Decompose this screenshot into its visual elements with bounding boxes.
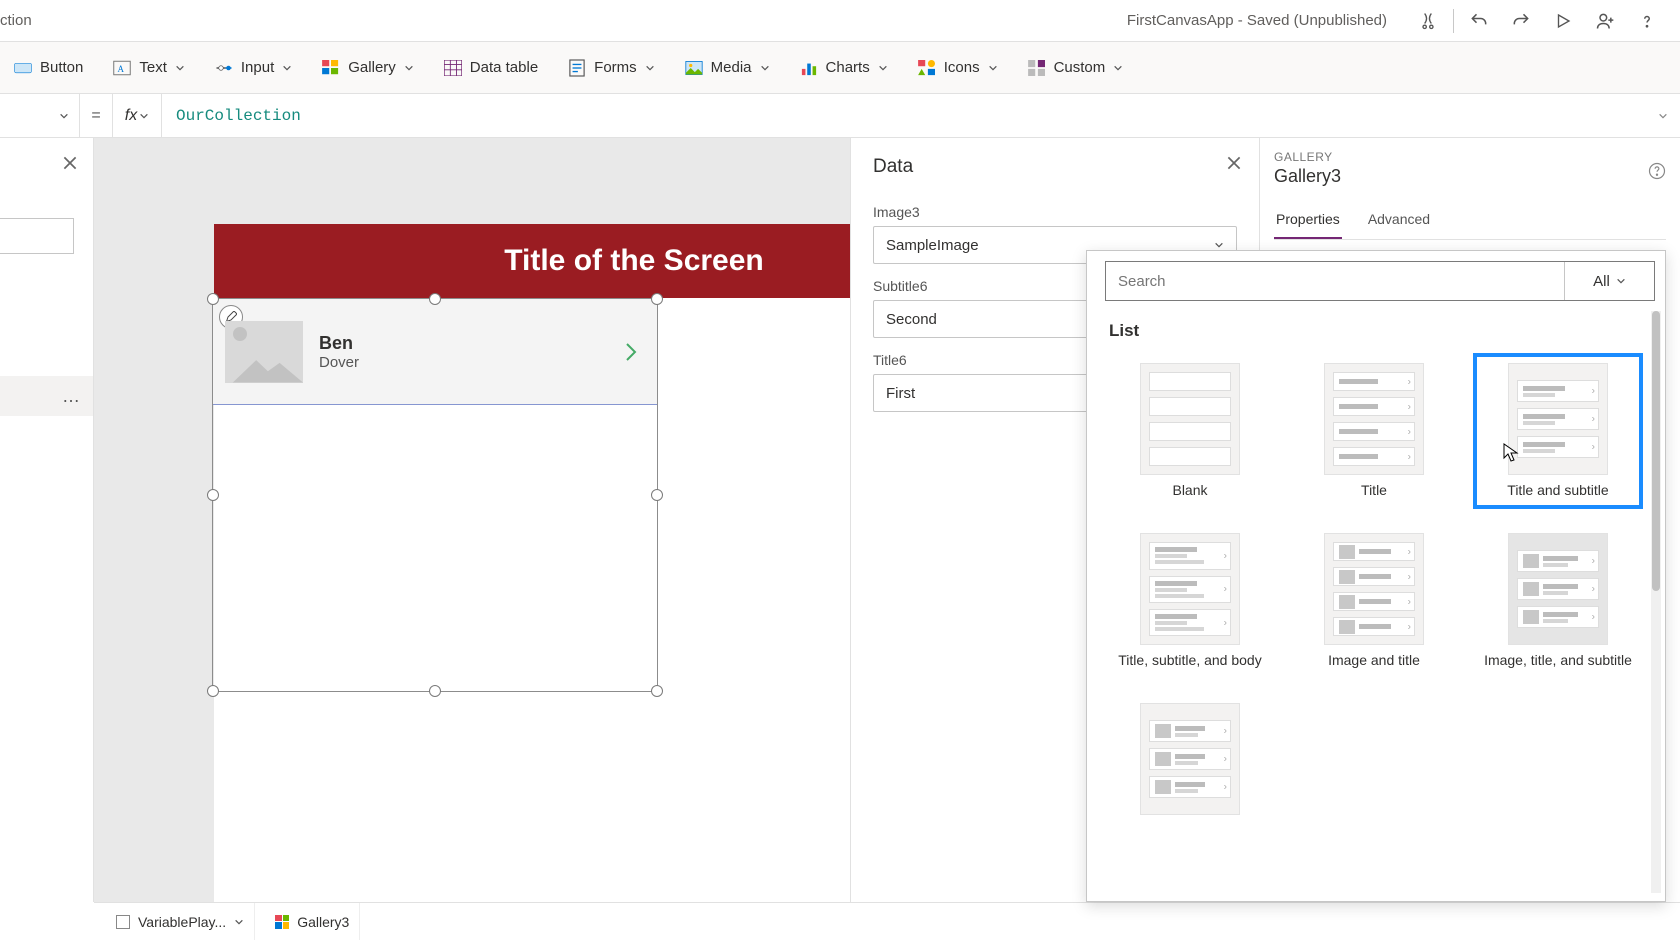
item-subtitle: Dover — [319, 354, 359, 371]
close-icon[interactable] — [61, 154, 79, 172]
item-title: Ben — [319, 333, 359, 354]
insert-icons[interactable]: Icons — [904, 53, 1012, 83]
ribbon-label: Icons — [944, 59, 980, 76]
insert-datatable[interactable]: Data table — [430, 53, 552, 83]
layout-filter-select[interactable]: All — [1564, 262, 1654, 300]
breadcrumb-fragment: ction — [0, 12, 32, 29]
search-input[interactable] — [0, 218, 74, 254]
ribbon-label: Input — [241, 59, 274, 76]
layout-option-image-title[interactable]: › › › › Image and title — [1289, 523, 1459, 679]
input-icon — [215, 59, 233, 77]
formula-input[interactable]: OurCollection — [162, 94, 1646, 138]
sample-image-icon — [225, 321, 303, 383]
breadcrumb-screen[interactable]: VariablePlay... — [106, 903, 255, 940]
layout-option-image-title-subtitle[interactable]: › › › Image, title, and subtitle — [1473, 523, 1643, 679]
gallery-selection[interactable]: Ben Dover — [212, 298, 658, 692]
scrollbar[interactable] — [1651, 311, 1661, 893]
layout-group-heading: List — [1109, 321, 1655, 341]
insert-media[interactable]: Media — [671, 53, 784, 83]
chevron-down-icon — [282, 63, 292, 73]
insert-custom[interactable]: Custom — [1014, 53, 1138, 83]
tree-view-panel: … — [0, 138, 94, 902]
formula-expand-icon[interactable] — [1646, 111, 1680, 121]
layout-option-extra[interactable]: › › › — [1105, 693, 1275, 825]
ribbon-label: Custom — [1054, 59, 1106, 76]
layout-option-title[interactable]: › › › › Title — [1289, 353, 1459, 509]
title-bar: ction FirstCanvasApp - Saved (Unpublishe… — [0, 0, 1680, 42]
chevron-down-icon — [1113, 63, 1123, 73]
formula-bar: = fx OurCollection — [0, 94, 1680, 138]
gallery-template-row[interactable]: Ben Dover — [213, 299, 657, 405]
tab-advanced[interactable]: Advanced — [1366, 205, 1432, 239]
ribbon-label: Charts — [826, 59, 870, 76]
layout-picker: All List Blank › › › › — [1086, 250, 1666, 902]
layout-option-title-subtitle-body[interactable]: › › › Title, subtitle, and body — [1105, 523, 1275, 679]
ribbon-label: Text — [139, 59, 167, 76]
insert-gallery[interactable]: Gallery — [308, 53, 428, 83]
layout-search-input[interactable] — [1106, 262, 1564, 300]
insert-charts[interactable]: Charts — [786, 53, 902, 83]
field-label: Image3 — [873, 204, 1237, 220]
play-icon[interactable] — [1542, 0, 1584, 42]
ribbon-label: Button — [40, 59, 83, 76]
help-icon[interactable] — [1648, 162, 1666, 180]
fx-button[interactable]: fx — [112, 94, 162, 138]
insert-forms[interactable]: Forms — [554, 53, 669, 83]
redo-icon[interactable] — [1500, 0, 1542, 42]
svg-text:A: A — [118, 63, 125, 73]
layout-option-blank[interactable]: Blank — [1105, 353, 1275, 509]
chevron-down-icon — [175, 63, 185, 73]
custom-icon — [1028, 59, 1046, 77]
app-title: FirstCanvasApp - Saved (Unpublished) — [1127, 12, 1387, 29]
forms-icon — [568, 59, 586, 77]
screen-icon — [116, 915, 130, 929]
layout-option-title-subtitle[interactable]: › › › Title and subtitle — [1473, 353, 1643, 509]
close-icon[interactable] — [1225, 154, 1243, 172]
undo-icon[interactable] — [1458, 0, 1500, 42]
pane-title: Data — [873, 156, 1237, 178]
insert-input[interactable]: Input — [201, 53, 306, 83]
chevron-down-icon — [878, 63, 888, 73]
datatable-icon — [444, 59, 462, 77]
ribbon-label: Forms — [594, 59, 637, 76]
chevron-down-icon — [645, 63, 655, 73]
canvas[interactable]: Title of the Screen Ben Dover — [94, 138, 850, 902]
properties-pane: GALLERY Gallery3 Properties Advanced Dat… — [1260, 138, 1680, 902]
ribbon-label: Gallery — [348, 59, 396, 76]
button-icon — [14, 59, 32, 77]
screen-title-label: Title of the Screen — [214, 224, 850, 298]
gallery-icon — [322, 59, 340, 77]
property-selector[interactable] — [0, 94, 80, 138]
icons-icon — [918, 59, 936, 77]
insert-button[interactable]: Button — [0, 53, 97, 83]
help-icon[interactable] — [1626, 0, 1668, 42]
insert-ribbon: Button A Text Input Gallery Data table F… — [0, 42, 1680, 94]
tab-properties[interactable]: Properties — [1274, 205, 1342, 239]
control-name: Gallery3 — [1274, 166, 1666, 187]
share-icon[interactable] — [1584, 0, 1626, 42]
chevron-down-icon — [760, 63, 770, 73]
text-icon: A — [113, 59, 131, 77]
media-icon — [685, 59, 703, 77]
ribbon-label: Data table — [470, 59, 538, 76]
chevron-down-icon — [988, 63, 998, 73]
equals-sign: = — [80, 107, 112, 125]
chevron-right-icon[interactable] — [623, 340, 639, 364]
app-checker-icon[interactable] — [1407, 0, 1449, 42]
chevron-down-icon — [404, 63, 414, 73]
charts-icon — [800, 59, 818, 77]
gallery-icon — [275, 915, 289, 929]
control-category: GALLERY — [1274, 150, 1666, 164]
breadcrumb-control[interactable]: Gallery3 — [265, 903, 360, 940]
insert-text[interactable]: A Text — [99, 53, 199, 83]
status-bar: VariablePlay... Gallery3 — [94, 902, 1680, 940]
tree-item-selected[interactable]: … — [0, 376, 93, 416]
ribbon-label: Media — [711, 59, 752, 76]
